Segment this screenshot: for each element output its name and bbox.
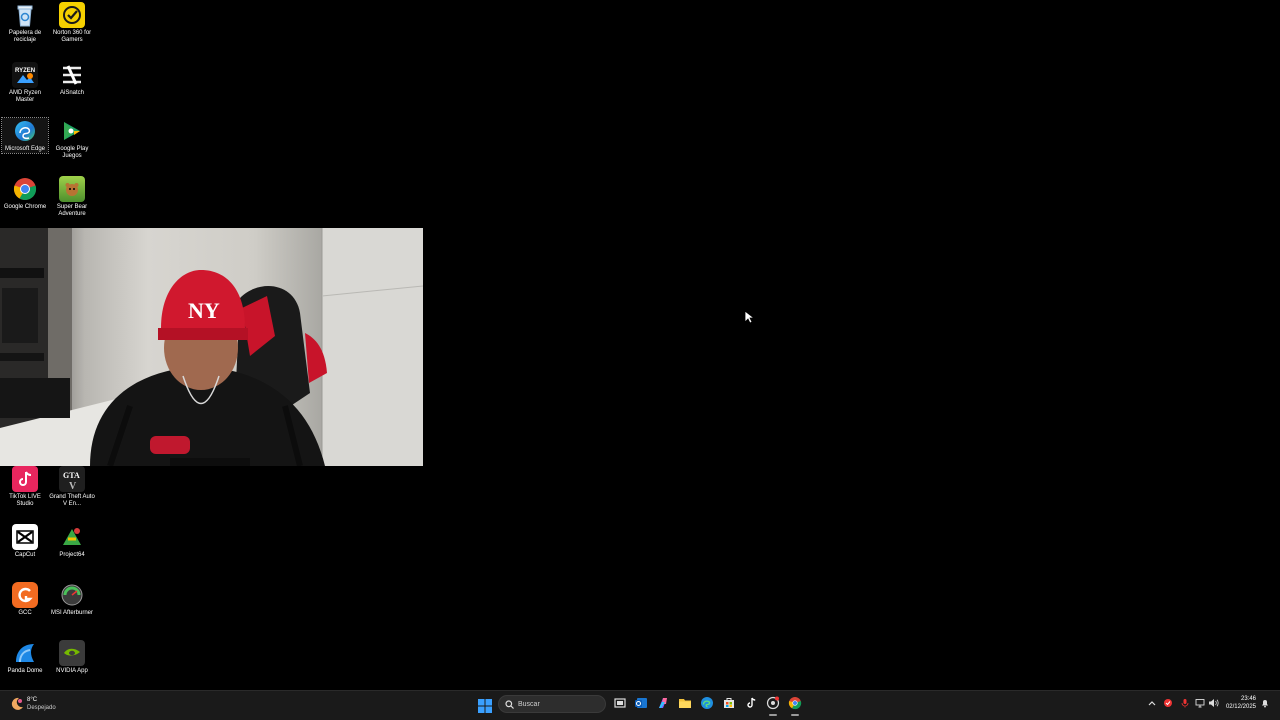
desktop-icon-label: Microsoft Edge (4, 146, 46, 152)
edge-icon (701, 697, 713, 709)
taskbar-task-view[interactable] (611, 694, 629, 712)
desktop-icon-label: GCC (18, 610, 32, 616)
svg-text:V: V (69, 481, 77, 491)
desktop-icon-label: Grand Theft Auto V En... (49, 494, 95, 507)
chrome-icon (788, 697, 802, 710)
edge-icon (12, 118, 38, 144)
taskbar-chrome[interactable] (786, 694, 804, 712)
clock[interactable]: 23:46 02/12/2025 (1222, 695, 1256, 711)
weather-widget[interactable]: 8°C Despejado (10, 696, 56, 712)
desktop-icon-amd-ryzen-master[interactable]: RYZEN AMD Ryzen Master (2, 62, 48, 104)
desktop-icon-google-play-juegos[interactable]: Google Play Juegos (49, 118, 95, 160)
taskbar-tiktok[interactable] (742, 694, 760, 712)
bell-icon (1262, 700, 1268, 708)
desktop-icon-microsoft-edge[interactable]: Microsoft Edge (1, 117, 49, 154)
desktop-icon-panda-dome[interactable]: Panda Dome (2, 640, 48, 675)
desktop-icon-label: MSI Afterburner (50, 610, 94, 616)
webcam-feed: NY (0, 228, 423, 466)
chevron-up-icon (1148, 701, 1156, 706)
taskbar-outlook[interactable] (632, 694, 650, 712)
gta-icon: GTA V (59, 466, 85, 492)
desktop-icon-label: AiSnatch (59, 90, 84, 96)
desktop-icon-label: Panda Dome (7, 668, 43, 674)
monitor-icon (1195, 699, 1205, 708)
desktop-icon-recycle-bin[interactable]: Papelera de reciclaje (2, 2, 48, 44)
desktop-icon-label: Norton 360 for Gamers (52, 30, 92, 43)
search-icon (505, 699, 514, 709)
microphone-icon (1181, 699, 1189, 708)
security-shield-icon (1164, 699, 1172, 707)
tray-volume[interactable] (1208, 698, 1219, 710)
start-button[interactable] (476, 697, 494, 715)
chrome-icon (12, 176, 38, 202)
taskbar-edge[interactable] (698, 694, 716, 712)
desktop-icon-google-chrome[interactable]: Google Chrome (2, 176, 48, 211)
desktop-icon-label: Google Play Juegos (55, 146, 89, 159)
windows-start-icon (478, 699, 492, 713)
outlook-icon (635, 698, 647, 708)
weather-moon-icon (11, 697, 23, 710)
desktop-icon-aisnatch[interactable]: AiSnatch (49, 62, 95, 97)
desktop-icon-nvidia-app[interactable]: NVIDIA App (49, 640, 95, 675)
streaming-running-indicator (769, 714, 777, 716)
clock-date: 02/12/2025 (1225, 704, 1256, 710)
desktop-icon-super-bear-adventure[interactable]: Super Bear Adventure (49, 176, 95, 218)
msi-afterburner-icon (59, 582, 85, 608)
chrome-running-indicator (791, 714, 799, 716)
tray-microphone[interactable] (1180, 698, 1190, 710)
desktop-icon-label: Google Chrome (3, 204, 47, 210)
recycle-bin-icon (12, 2, 38, 28)
tiktok-icon (747, 697, 756, 708)
notifications-button[interactable] (1260, 698, 1270, 710)
desktop-icon-label: CapCut (14, 552, 36, 558)
tray-display[interactable] (1195, 698, 1205, 710)
desktop-icon-gta-v[interactable]: GTA V Grand Theft Auto V En... (49, 466, 95, 508)
streaming-app-icon (766, 696, 780, 710)
taskbar-file-explorer[interactable] (676, 694, 694, 712)
norton-icon (59, 2, 85, 28)
tray-norton[interactable] (1163, 698, 1173, 710)
amd-ryzen-icon: RYZEN (12, 62, 38, 88)
desktop-icon-msi-afterburner[interactable]: MSI Afterburner (49, 582, 95, 617)
aisnatch-icon (59, 62, 85, 88)
volume-icon (1209, 699, 1219, 707)
cap-logo: NY (188, 298, 220, 323)
task-view-icon (614, 698, 626, 708)
svg-text:RYZEN: RYZEN (15, 68, 35, 74)
mouse-cursor (744, 310, 754, 324)
nvidia-icon (59, 640, 85, 666)
tiktok-icon (12, 466, 38, 492)
webcam-scene: NY (0, 228, 423, 466)
svg-text:GTA: GTA (63, 471, 80, 480)
tray-overflow-button[interactable] (1148, 699, 1156, 709)
project64-icon (59, 524, 85, 550)
gcc-icon (12, 582, 38, 608)
panda-dome-icon (12, 640, 38, 666)
copilot-icon (659, 698, 667, 708)
desktop-icon-label: NVIDIA App (56, 668, 88, 674)
desktop-icon-label: Papelera de reciclaje (8, 30, 42, 43)
desktop-icon-label: AMD Ryzen Master (8, 90, 41, 103)
clock-time: 23:46 (1240, 696, 1256, 702)
weather-temp: 8°C (27, 697, 38, 703)
google-play-icon (59, 118, 85, 144)
search-placeholder: Buscar (518, 700, 540, 708)
desktop-icon-gcc[interactable]: GCC (2, 582, 48, 617)
desktop-icon-label: TikTok LIVE Studio (9, 494, 41, 507)
weather-desc: Despejado (27, 705, 56, 711)
search-box[interactable]: Buscar (498, 695, 606, 713)
desktop-icon-label: Super Bear Adventure (56, 204, 88, 217)
desktop-icon-norton-360[interactable]: Norton 360 for Gamers (49, 2, 95, 44)
taskbar-copilot[interactable] (654, 694, 672, 712)
folder-icon (679, 699, 691, 708)
desktop-icon-project64[interactable]: Project64 (49, 524, 95, 559)
desktop-icon-capcut[interactable]: CapCut (2, 524, 48, 559)
super-bear-icon (59, 176, 85, 202)
taskbar-microsoft-store[interactable] (720, 694, 738, 712)
desktop-icon-tiktok-live-studio[interactable]: TikTok LIVE Studio (2, 466, 48, 508)
capcut-icon (12, 524, 38, 550)
store-icon (724, 698, 734, 708)
taskbar-streaming-app[interactable] (764, 694, 782, 712)
desktop-icon-label: Project64 (59, 552, 85, 558)
